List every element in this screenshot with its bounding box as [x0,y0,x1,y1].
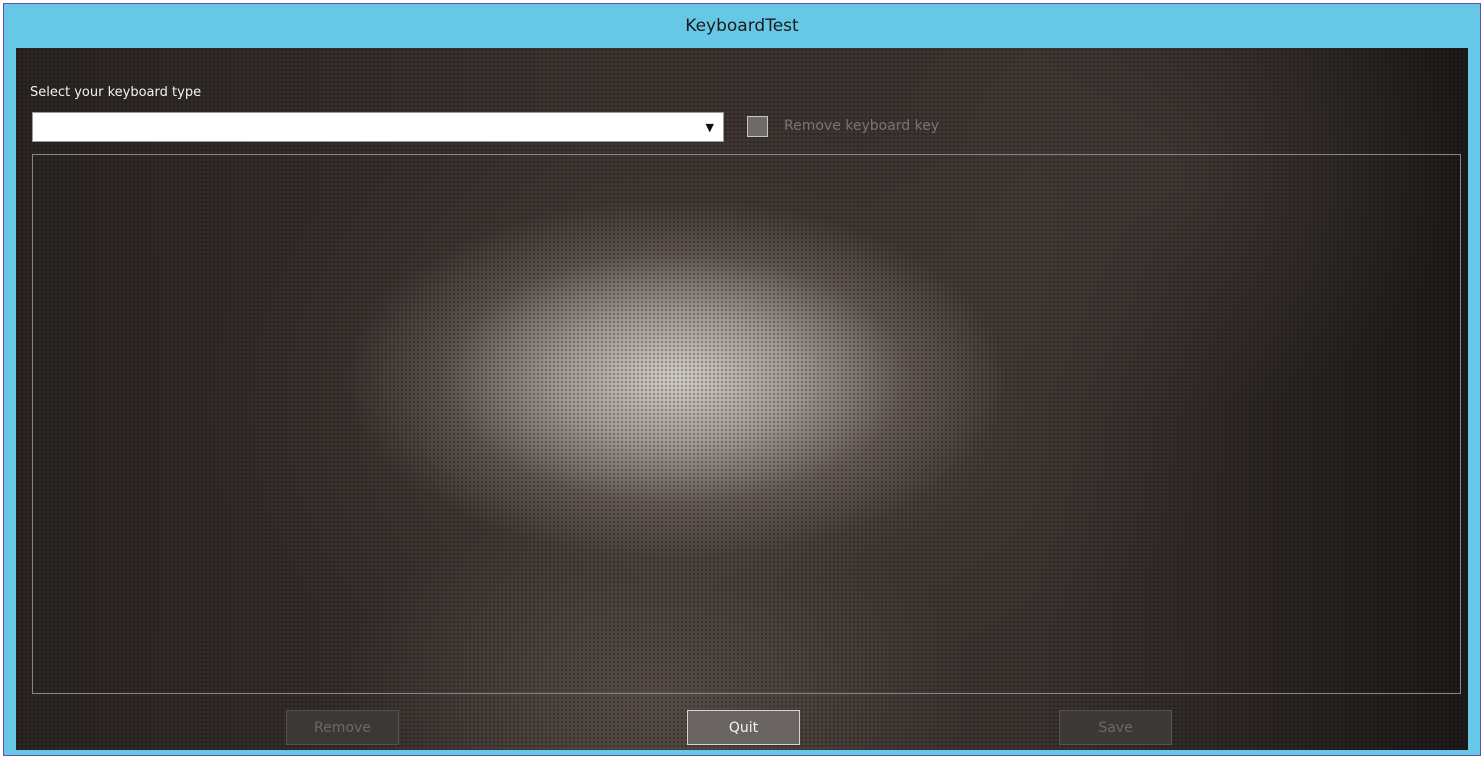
save-button-label: Save [1098,719,1133,736]
window-titlebar[interactable]: KeyboardTest [4,4,1480,48]
keyboard-type-dropdown[interactable]: ▼ [32,112,724,142]
app-window: KeyboardTest Select your keyboard type ▼… [3,3,1481,756]
chevron-down-icon[interactable]: ▼ [706,120,714,136]
remove-button-label: Remove [314,719,371,736]
keyboard-display-area[interactable] [32,154,1461,694]
window-title: KeyboardTest [685,16,799,36]
quit-button[interactable]: Quit [687,710,800,745]
remove-keyboard-key-checkbox[interactable] [747,116,768,137]
save-button[interactable]: Save [1059,710,1172,745]
quit-button-label: Quit [728,719,759,736]
keyboard-type-label: Select your keyboard type [30,85,202,100]
main-panel: Select your keyboard type ▼ Remove keybo… [16,48,1468,750]
remove-button[interactable]: Remove [286,710,399,745]
remove-keyboard-key-label: Remove keyboard key [784,118,940,134]
